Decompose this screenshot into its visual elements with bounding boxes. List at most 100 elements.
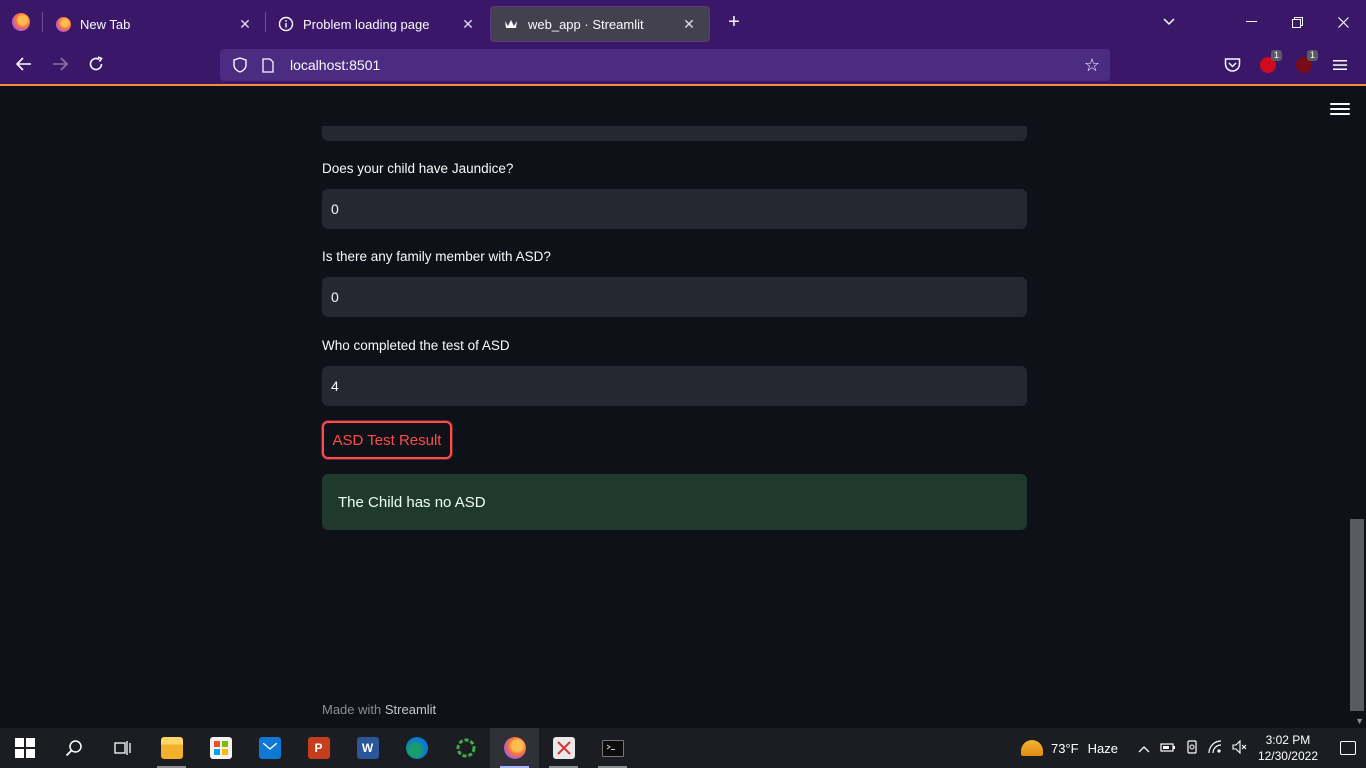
url-text[interactable]: localhost:8501: [290, 57, 1084, 73]
terminal-icon: [601, 739, 624, 757]
mail-button[interactable]: [245, 728, 294, 768]
extension-badge: 1: [1270, 50, 1282, 61]
close-icon[interactable]: ✕: [460, 16, 476, 32]
word-button[interactable]: W: [343, 728, 392, 768]
forward-button[interactable]: [42, 48, 78, 80]
back-button[interactable]: [6, 48, 42, 80]
notification-center-button[interactable]: [1330, 728, 1366, 768]
restore-button[interactable]: [1274, 0, 1320, 44]
browser-tab-bar: New Tab ✕ Problem loading page ✕ web_app…: [0, 0, 1366, 44]
powerpoint-button[interactable]: P: [294, 728, 343, 768]
mail-icon: [258, 737, 281, 759]
close-icon[interactable]: ✕: [681, 16, 697, 32]
minimize-icon: [1245, 21, 1257, 22]
microsoft-store-icon: [209, 737, 232, 759]
extension-button-1[interactable]: 1: [1250, 49, 1286, 81]
task-view-button[interactable]: [98, 728, 147, 768]
new-tab-button[interactable]: +: [714, 4, 754, 40]
list-all-tabs-button[interactable]: [1146, 0, 1192, 44]
result-message: The Child has no ASD: [338, 493, 486, 511]
extension-button-2[interactable]: 1: [1286, 49, 1322, 81]
streamlit-crown-icon: [503, 16, 519, 32]
tab-title: Problem loading page: [303, 16, 430, 32]
task-view-icon: [113, 741, 131, 755]
search-button[interactable]: [49, 728, 98, 768]
snipping-tool-button[interactable]: [539, 728, 588, 768]
firefox-icon: [55, 16, 71, 32]
battery-icon[interactable]: [1156, 741, 1180, 756]
tab-problem-loading[interactable]: Problem loading page ✕: [266, 6, 488, 42]
streamlit-main-menu-icon[interactable]: [1330, 100, 1350, 118]
who-completed-input[interactable]: 4: [322, 366, 1027, 406]
reload-button[interactable]: [78, 48, 114, 80]
windows-logo-icon: [14, 738, 35, 758]
reload-icon: [89, 56, 103, 71]
family-asd-label: Is there any family member with ASD?: [322, 249, 551, 264]
tab-title: New Tab: [80, 16, 131, 32]
forward-arrow-icon: [53, 57, 68, 71]
weather-temp: 73°F: [1050, 740, 1079, 756]
url-bar[interactable]: localhost:8501 ☆: [220, 49, 1110, 81]
snipping-tool-icon: [552, 737, 575, 759]
chevron-down-icon: [1163, 18, 1175, 26]
jaundice-label: Does your child have Jaundice?: [322, 161, 514, 176]
network-wifi-icon[interactable]: [1204, 739, 1228, 757]
pocket-icon: [1224, 58, 1240, 72]
edge-button[interactable]: [392, 728, 441, 768]
app-menu-button[interactable]: [1322, 49, 1358, 81]
weather-widget[interactable]: 73°F Haze: [1020, 740, 1118, 756]
scrollbar-thumb[interactable]: [1350, 519, 1364, 711]
edge-icon: [405, 737, 428, 759]
firefox-icon: [12, 13, 30, 31]
scroll-down-arrow-icon[interactable]: ▼: [1355, 716, 1364, 726]
terminal-button[interactable]: [588, 728, 637, 768]
loading-app-icon: [456, 738, 475, 758]
clock-time: 3:02 PM: [1265, 733, 1311, 747]
scrollbar[interactable]: ▼: [1350, 88, 1366, 728]
loading-app-button[interactable]: [441, 728, 490, 768]
minimize-button[interactable]: [1228, 0, 1274, 44]
tracking-protection-shield-icon[interactable]: [230, 57, 250, 73]
close-icon: [1337, 16, 1349, 28]
start-button[interactable]: [0, 728, 49, 768]
word-icon: W: [356, 737, 379, 759]
previous-input-field[interactable]: [322, 126, 1027, 141]
tab-web-app[interactable]: web_app · Streamlit ✕: [490, 6, 710, 42]
page-info-icon[interactable]: [258, 57, 278, 73]
bookmark-star-icon[interactable]: ☆: [1084, 55, 1100, 76]
extension-badge: 1: [1306, 50, 1318, 61]
volume-muted-icon[interactable]: [1228, 739, 1252, 757]
clock[interactable]: 3:02 PM 12/30/2022: [1258, 732, 1318, 764]
pocket-button[interactable]: [1214, 49, 1250, 81]
streamlit-page: Does your child have Jaundice? 0 Is ther…: [0, 88, 1366, 728]
who-completed-label: Who completed the test of ASD: [322, 338, 510, 353]
device-icon[interactable]: [1180, 739, 1204, 757]
restore-icon: [1291, 16, 1303, 28]
info-icon: [278, 16, 294, 32]
system-tray: 73°F Haze 3:02 PM 12/30/2022: [1020, 728, 1366, 768]
firefox-taskbar-button[interactable]: [490, 728, 539, 768]
firefox-view-button[interactable]: [0, 0, 42, 44]
hamburger-menu-icon: [1333, 60, 1347, 70]
asd-test-result-button[interactable]: ASD Test Result: [322, 421, 452, 459]
tab-new-tab[interactable]: New Tab ✕: [43, 6, 265, 42]
back-arrow-icon: [16, 57, 31, 71]
close-icon[interactable]: ✕: [237, 16, 253, 32]
family-asd-input[interactable]: 0: [322, 277, 1027, 317]
firefox-icon: [503, 737, 526, 759]
weather-condition: Haze: [1087, 740, 1118, 756]
footer-made-with: Made with: [322, 702, 382, 717]
footer-streamlit-link[interactable]: Streamlit: [385, 702, 436, 717]
jaundice-input[interactable]: 0: [322, 189, 1027, 229]
close-window-button[interactable]: [1320, 0, 1366, 44]
windows-taskbar: P W 73°F Haze 3:02 PM 12/30/2022: [0, 728, 1366, 768]
powerpoint-icon: P: [307, 737, 330, 759]
file-explorer-button[interactable]: [147, 728, 196, 768]
result-success-alert: The Child has no ASD: [322, 474, 1027, 530]
clock-date: 12/30/2022: [1257, 749, 1318, 763]
microsoft-store-button[interactable]: [196, 728, 245, 768]
chevron-up-icon[interactable]: [1132, 741, 1156, 756]
search-icon: [65, 740, 82, 757]
file-explorer-icon: [160, 737, 183, 759]
